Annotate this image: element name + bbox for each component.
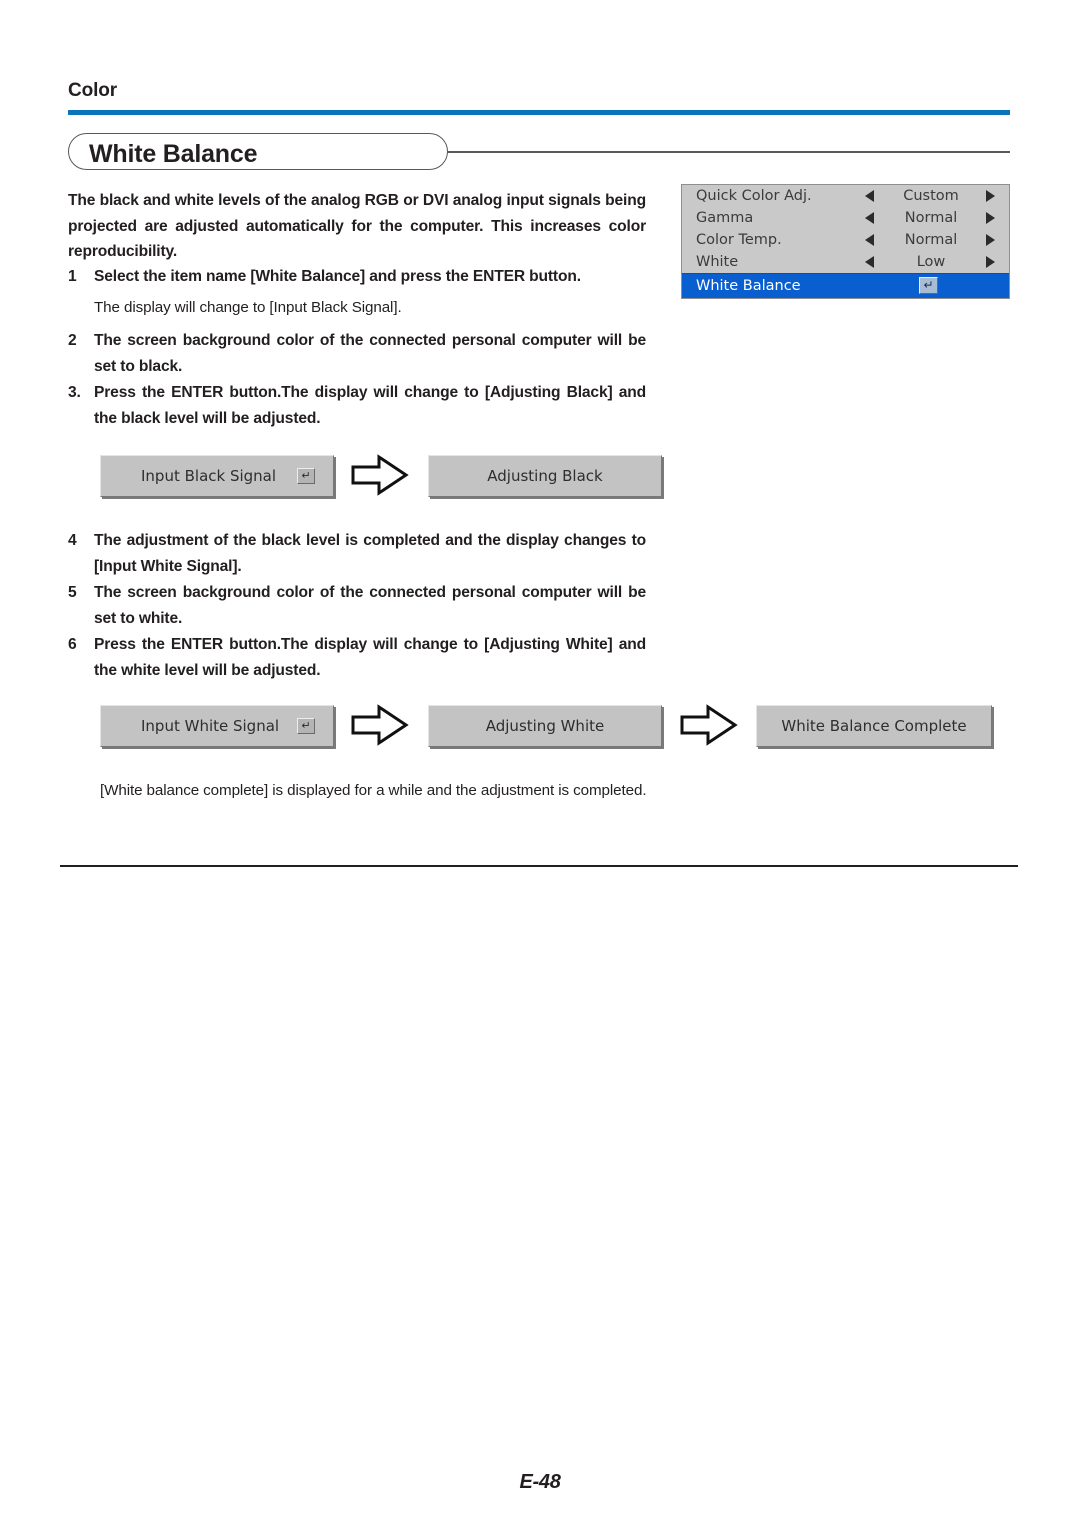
dialog-input-white-signal: Input White Signal ↵ [100, 705, 334, 747]
closing-note: [White balance complete] is displayed fo… [100, 782, 647, 799]
osd-row-value: Low [916, 254, 946, 270]
chevron-right-icon[interactable] [986, 234, 995, 246]
step-number: 2 [68, 332, 77, 349]
flow-arrow-icon [349, 702, 411, 748]
dialog-adjusting-black: Adjusting Black [428, 455, 662, 497]
chevron-left-icon[interactable] [865, 190, 874, 202]
dialog-white-balance-complete: White Balance Complete [756, 705, 992, 747]
enter-key-icon[interactable]: ↵ [919, 277, 938, 294]
dialog-adjusting-white: Adjusting White [428, 705, 662, 747]
osd-row-gamma[interactable]: Gamma Normal [682, 207, 1009, 229]
step-number: 3. [68, 384, 81, 401]
page-title: White Balance [89, 140, 258, 168]
dialog-label: White Balance Complete [781, 717, 967, 735]
step-text: Press the ENTER button.The display will … [94, 636, 646, 679]
step-number: 6 [68, 636, 77, 653]
step-text: The screen background color of the conne… [94, 584, 646, 627]
chevron-left-icon[interactable] [865, 212, 874, 224]
step-number: 4 [68, 532, 77, 549]
step-5: 5 The screen background color of the con… [68, 580, 646, 631]
flow-arrow-icon [678, 702, 740, 748]
osd-row-value: Normal [904, 232, 958, 248]
bottom-divider [60, 865, 1018, 867]
dialog-label: Input Black Signal [141, 467, 277, 485]
flow-arrow-icon [349, 452, 411, 498]
step-text: Press the ENTER button.The display will … [94, 384, 646, 427]
osd-row-white[interactable]: White Low [682, 251, 1009, 273]
page-title-block: White Balance [68, 133, 1010, 171]
note-after-step-1: The display will change to [Input Black … [94, 299, 402, 316]
osd-row-value: Custom [903, 188, 959, 204]
enter-key-icon[interactable]: ↵ [297, 718, 315, 734]
osd-row-color-temp[interactable]: Color Temp. Normal [682, 229, 1009, 251]
step-text: Select the item name [White Balance] and… [94, 268, 581, 285]
osd-row-quick-color-adj[interactable]: Quick Color Adj. Custom [682, 185, 1009, 207]
dialog-input-black-signal: Input Black Signal ↵ [100, 455, 334, 497]
osd-menu-panel: Quick Color Adj. Custom Gamma Normal Col… [681, 184, 1010, 299]
chevron-right-icon[interactable] [986, 256, 995, 268]
step-3: 3. Press the ENTER button.The display wi… [68, 380, 646, 431]
page-number: E-48 [519, 1471, 561, 1493]
chevron-right-icon[interactable] [986, 190, 995, 202]
step-number: 5 [68, 584, 77, 601]
osd-row-label: Gamma [696, 210, 754, 226]
osd-row-white-balance[interactable]: White Balance ↵ [682, 273, 1009, 298]
dialog-label: Adjusting White [485, 717, 605, 735]
intro-paragraph: The black and white levels of the analog… [68, 192, 646, 260]
osd-row-label: Quick Color Adj. [696, 188, 812, 204]
step-text: The screen background color of the conne… [94, 332, 646, 375]
step-text: The adjustment of the black level is com… [94, 532, 646, 575]
section-label: Color [68, 80, 118, 101]
dialog-label: Input White Signal [141, 717, 280, 735]
step-4: 4 The adjustment of the black level is c… [68, 528, 646, 579]
dialog-label: Adjusting Black [487, 467, 603, 485]
chevron-left-icon[interactable] [865, 256, 874, 268]
step-1: 1 Select the item name [White Balance] a… [68, 264, 646, 290]
osd-row-label: White [696, 254, 739, 270]
step-number: 1 [68, 268, 77, 285]
osd-row-value: Normal [904, 210, 958, 226]
chevron-right-icon[interactable] [986, 212, 995, 224]
title-capsule: White Balance [68, 133, 448, 170]
accent-rule [68, 110, 1010, 115]
document-page: Color White Balance The black and white … [0, 0, 1080, 1526]
chevron-left-icon[interactable] [865, 234, 874, 246]
osd-row-label: Color Temp. [696, 232, 782, 248]
osd-row-label: White Balance [696, 278, 801, 294]
step-2: 2 The screen background color of the con… [68, 328, 646, 379]
step-6: 6 Press the ENTER button.The display wil… [68, 632, 646, 683]
enter-key-icon[interactable]: ↵ [297, 468, 315, 484]
title-trailing-line [438, 151, 1010, 153]
